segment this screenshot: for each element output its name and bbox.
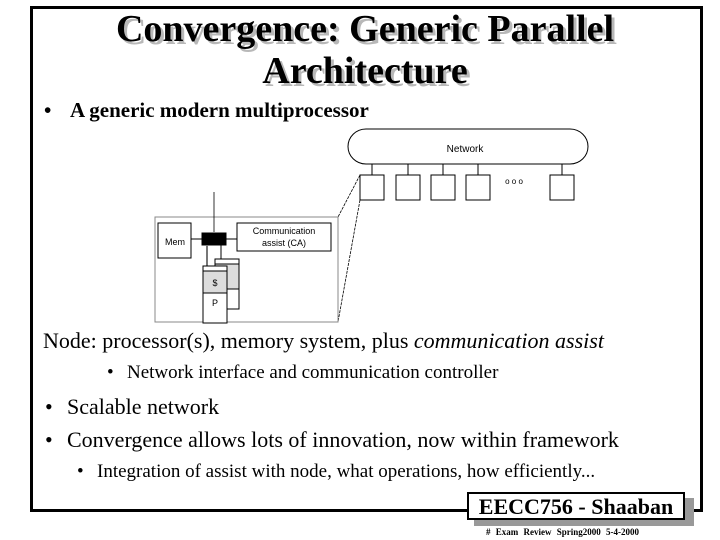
sub-bullet-text: Network interface and communication cont… — [127, 362, 499, 383]
sub-bullet-text: Integration of assist with node, what op… — [97, 461, 596, 482]
bullet-convergence: • Convergence allows lots of innovation, … — [45, 427, 619, 453]
cache-label: $ — [212, 278, 217, 288]
sub-bullet-icon: • — [77, 461, 84, 482]
node-box-2 — [395, 174, 421, 201]
node-description-emphasis: communication assist — [413, 328, 604, 353]
bullet-scalable-network: • Scalable network — [45, 394, 219, 420]
node-box-1 — [359, 174, 385, 201]
mem-label: Mem — [165, 237, 185, 247]
node-box-4 — [465, 174, 491, 201]
ca-label-line1: Communication — [253, 226, 316, 236]
bullet-icon: • — [45, 394, 53, 419]
bullet-text: Convergence allows lots of innovation, n… — [67, 427, 619, 452]
sub-bullet-network-interface: • Network interface and communication con… — [107, 362, 498, 384]
multiprocessor-diagram: Network o o o Mem Communication assist (… — [154, 128, 589, 324]
node-box-3 — [430, 174, 456, 201]
network-label: Network — [447, 144, 485, 155]
course-badge: EECC756 - Shaaban — [467, 492, 685, 520]
bullet-text: Scalable network — [67, 394, 220, 419]
processor-label: P — [212, 298, 218, 308]
node-box-5 — [549, 174, 575, 201]
ca-label-line2: assist (CA) — [262, 238, 306, 248]
node-description: Node: processor(s), memory system, plus … — [43, 328, 604, 354]
switch-block — [201, 232, 227, 246]
footer-info: # Exam Review Spring2000 5-4-2000 — [486, 527, 639, 537]
zoom-line-bottom — [337, 199, 361, 323]
ellipsis-label: o o o — [505, 177, 523, 186]
bullet-icon: • — [45, 427, 53, 452]
sub-bullet-icon: • — [107, 362, 114, 383]
sub-bullet-integration: • Integration of assist with node, what o… — [77, 461, 595, 483]
node-description-text: Node: processor(s), memory system, plus — [43, 328, 414, 353]
zoom-line-top — [337, 174, 361, 218]
